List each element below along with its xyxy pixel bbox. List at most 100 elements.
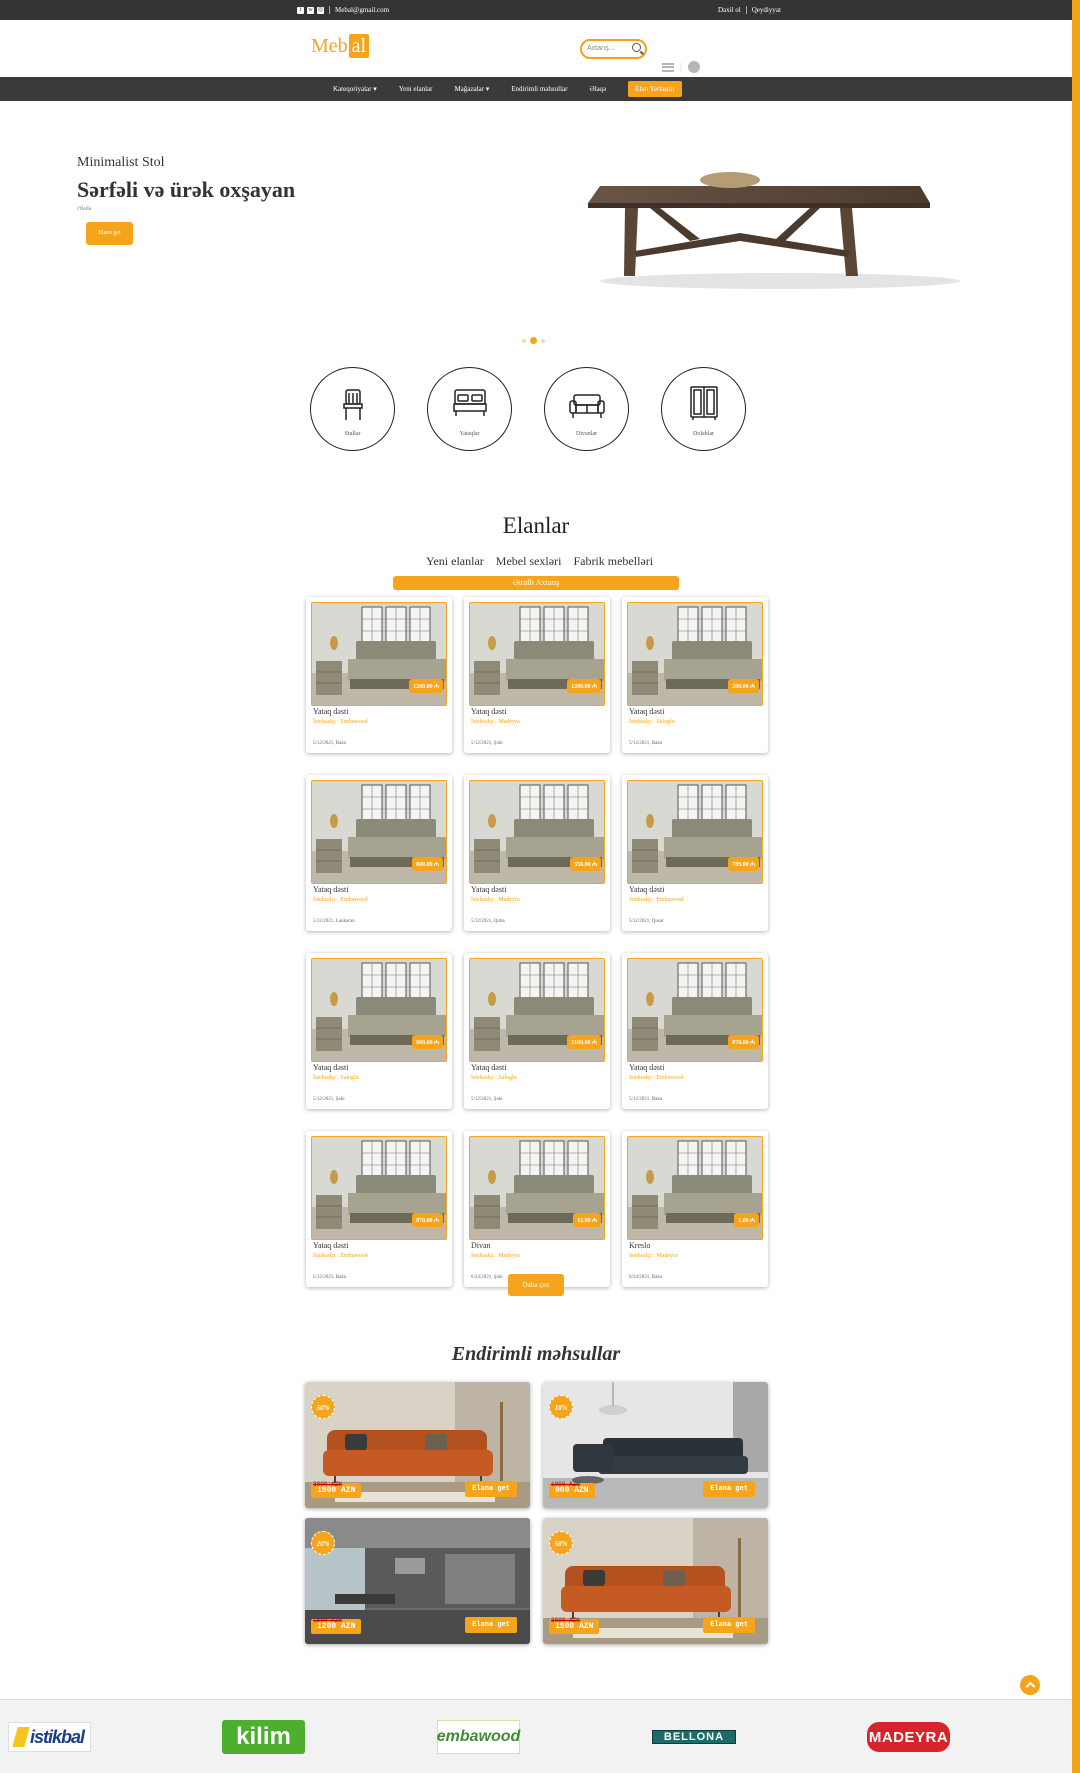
listing-title[interactable]: Yataq dəsti: [313, 1241, 348, 1250]
listing-title[interactable]: Yataq dəsti: [471, 707, 506, 716]
listing-price: 2100.00 ₼: [567, 1035, 601, 1049]
listing-photo[interactable]: 12.00 ₼: [469, 1136, 605, 1240]
listing-maker: İstehsalçı : Saloglu: [629, 719, 675, 725]
listing-card[interactable]: 12.00 ₼ Divan İstehsalçı : Madeyra 6/24/202…: [464, 1131, 610, 1287]
advanced-search-button[interactable]: Ətraflı Axtarış: [393, 576, 679, 590]
listing-date-location: 6/24/2021, Baku: [629, 1275, 663, 1280]
post-listing-button[interactable]: Elan Yerləşdir: [628, 81, 682, 97]
category-wardrobes[interactable]: Dolablar: [661, 367, 746, 451]
load-more-button[interactable]: Daha çox: [508, 1274, 564, 1296]
register-link[interactable]: Qeydiyyat: [752, 6, 781, 14]
listing-title[interactable]: Yataq dəsti: [313, 707, 348, 716]
listing-photo[interactable]: 1200.00 ₼: [311, 602, 447, 706]
listing-photo[interactable]: 550.00 ₼: [469, 780, 605, 884]
go-to-listing-button[interactable]: Elana get: [465, 1481, 517, 1497]
listing-card[interactable]: 200.00 ₼ Yataq dəsti İstehsalçı : Saloglu 5…: [622, 597, 768, 753]
slider-dot[interactable]: [541, 338, 545, 343]
nav-item-categories[interactable]: Kateqoriyalar ▾: [333, 85, 377, 93]
discount-grid: 50% 1500 AZN 3000 AZN Elana get 10% 900 AZN 10…: [305, 1382, 768, 1644]
category-chairs[interactable]: Stullar: [310, 367, 395, 451]
listing-date-location: 5/12/2021, Qusar: [629, 919, 664, 924]
nav-item-stores[interactable]: Mağazalar ▾: [454, 85, 489, 93]
listing-card[interactable]: 550.00 ₼ Yataq dəsti İstehsalçı : Madeyra 5…: [464, 775, 610, 931]
category-label: Yataqlar: [459, 431, 480, 437]
slider-dot[interactable]: [522, 338, 526, 343]
divider: [329, 6, 330, 14]
listing-price: 1200.00 ₼: [409, 679, 443, 693]
listing-title[interactable]: Yataq dəsti: [629, 707, 664, 716]
go-to-listing-button[interactable]: Elana get: [703, 1617, 755, 1633]
go-to-listing-button[interactable]: Elana get: [703, 1481, 755, 1497]
listing-title[interactable]: Yataq dəsti: [313, 885, 348, 894]
listing-card[interactable]: 2100.00 ₼ Yataq dəsti İstehsalçı : Saloglu…: [464, 953, 610, 1109]
search-icon[interactable]: [632, 43, 641, 52]
brand-logo-embawood[interactable]: embawood: [437, 1720, 520, 1754]
listing-title[interactable]: Yataq dəsti: [629, 1063, 664, 1072]
category-beds[interactable]: Yataqlar: [427, 367, 512, 451]
brand-logo-kilim[interactable]: kilim: [222, 1720, 305, 1754]
slider-dots: [522, 337, 545, 344]
nav-item-discounts[interactable]: Endirimli məhsullar: [511, 85, 567, 93]
hero-button[interactable]: Elana get: [86, 222, 133, 245]
tab-factory[interactable]: Fabrik mebelləri: [573, 554, 653, 569]
listing-price: 1200.00 ₼: [567, 679, 601, 693]
listing-photo[interactable]: 800.00 ₼: [311, 780, 447, 884]
go-to-listing-button[interactable]: Elana get: [465, 1617, 517, 1633]
user-icon[interactable]: [688, 61, 701, 73]
discount-card[interactable]: 10% 900 AZN 1000 AZN Elana get: [543, 1382, 768, 1508]
slider-dot[interactable]: [530, 337, 537, 344]
category-sofas[interactable]: Divanlar: [544, 367, 629, 451]
category-label: Stullar: [344, 431, 361, 437]
listing-photo[interactable]: 2100.00 ₼: [469, 958, 605, 1062]
discount-badge: 10%: [549, 1395, 573, 1419]
listing-price: 789.00 ₼: [728, 857, 759, 871]
login-link[interactable]: Daxil ol: [718, 6, 741, 14]
listing-title[interactable]: Divan: [471, 1241, 491, 1250]
listing-photo[interactable]: 200.00 ₼: [627, 602, 763, 706]
listing-photo[interactable]: 1200.00 ₼: [469, 602, 605, 706]
instagram-icon[interactable]: ◎: [317, 6, 324, 14]
listing-card[interactable]: 960.00 ₼ Yataq dəsti İstehsalçı : Saloglu 5…: [306, 953, 452, 1109]
logo[interactable]: Meb al: [311, 34, 370, 58]
listing-card[interactable]: 1200.00 ₼ Yataq dəsti İstehsalçı : Madeyra…: [464, 597, 610, 753]
discount-badge: 50%: [311, 1395, 335, 1419]
listing-maker: İstehsalçı : Saloglu: [471, 1075, 517, 1081]
listing-card[interactable]: 800.00 ₼ Yataq dəsti İstehsalçı : Embawood…: [306, 775, 452, 931]
listing-photo[interactable]: 870.00 ₼: [311, 1136, 447, 1240]
listing-title[interactable]: Yataq dəsti: [471, 1063, 506, 1072]
listing-card[interactable]: 870.00 ₼ Yataq dəsti İstehsalçı : Embawood…: [622, 953, 768, 1109]
listing-photo[interactable]: 870.00 ₼: [627, 958, 763, 1062]
listing-title[interactable]: Yataq dəsti: [471, 885, 506, 894]
discount-card[interactable]: 50% 1500 AZN 3000 AZN Elana get: [305, 1382, 530, 1508]
list-icon[interactable]: [662, 62, 674, 72]
brand-logo-bellona[interactable]: BELLONA: [652, 1730, 736, 1744]
listing-date-location: 5/12/2021, Şəki: [471, 1097, 503, 1102]
facebook-icon[interactable]: f: [297, 6, 304, 14]
whatsapp-icon[interactable]: w: [307, 6, 314, 14]
hero-title: Sərfəli və ürək oxşayan: [77, 177, 296, 202]
listing-photo[interactable]: 1.00 ₼: [627, 1136, 763, 1240]
listing-card[interactable]: 870.00 ₼ Yataq dəsti İstehsalçı : Embawood…: [306, 1131, 452, 1287]
nav-item-contact[interactable]: Əlaqə: [589, 85, 606, 93]
brand-strip: istikbal kilim embawood BELLONA MADEYRA: [0, 1699, 1072, 1773]
scroll-top-button[interactable]: [1020, 1675, 1040, 1695]
listing-maker: İstehsalçı : Embawood: [313, 1253, 368, 1259]
listing-photo[interactable]: 789.00 ₼: [627, 780, 763, 884]
tab-workshops[interactable]: Mebel sexləri: [496, 554, 562, 569]
listing-card[interactable]: 1200.00 ₼ Yataq dəsti İstehsalçı : Embawoo…: [306, 597, 452, 753]
listing-photo[interactable]: 960.00 ₼: [311, 958, 447, 1062]
brand-logo-madeyra[interactable]: MADEYRA: [867, 1722, 950, 1752]
listing-card[interactable]: 1.00 ₼ Kreslo İstehsalçı : Madeyra 6/24/202…: [622, 1131, 768, 1287]
discount-card[interactable]: 50% 1500 AZN 3000 AZN Elana get: [543, 1518, 768, 1644]
nav-item-new-listings[interactable]: Yeni elanlar: [399, 85, 433, 93]
tab-new-listings[interactable]: Yeni elanlar: [426, 554, 484, 569]
listing-title[interactable]: Yataq dəsti: [629, 885, 664, 894]
listing-title[interactable]: Yataq dəsti: [313, 1063, 348, 1072]
listing-title[interactable]: Kreslo: [629, 1241, 650, 1250]
discount-card[interactable]: 20% 1200 AZN 1500 AZN Elana get: [305, 1518, 530, 1644]
listing-card[interactable]: 789.00 ₼ Yataq dəsti İstehsalçı : Embawood…: [622, 775, 768, 931]
contact-email[interactable]: Mebal@gmail.com: [335, 6, 389, 14]
brand-logo-istikbal[interactable]: istikbal: [8, 1722, 91, 1752]
listing-price: 1.00 ₼: [734, 1213, 759, 1227]
search-input[interactable]: Axtarış...: [580, 39, 647, 59]
